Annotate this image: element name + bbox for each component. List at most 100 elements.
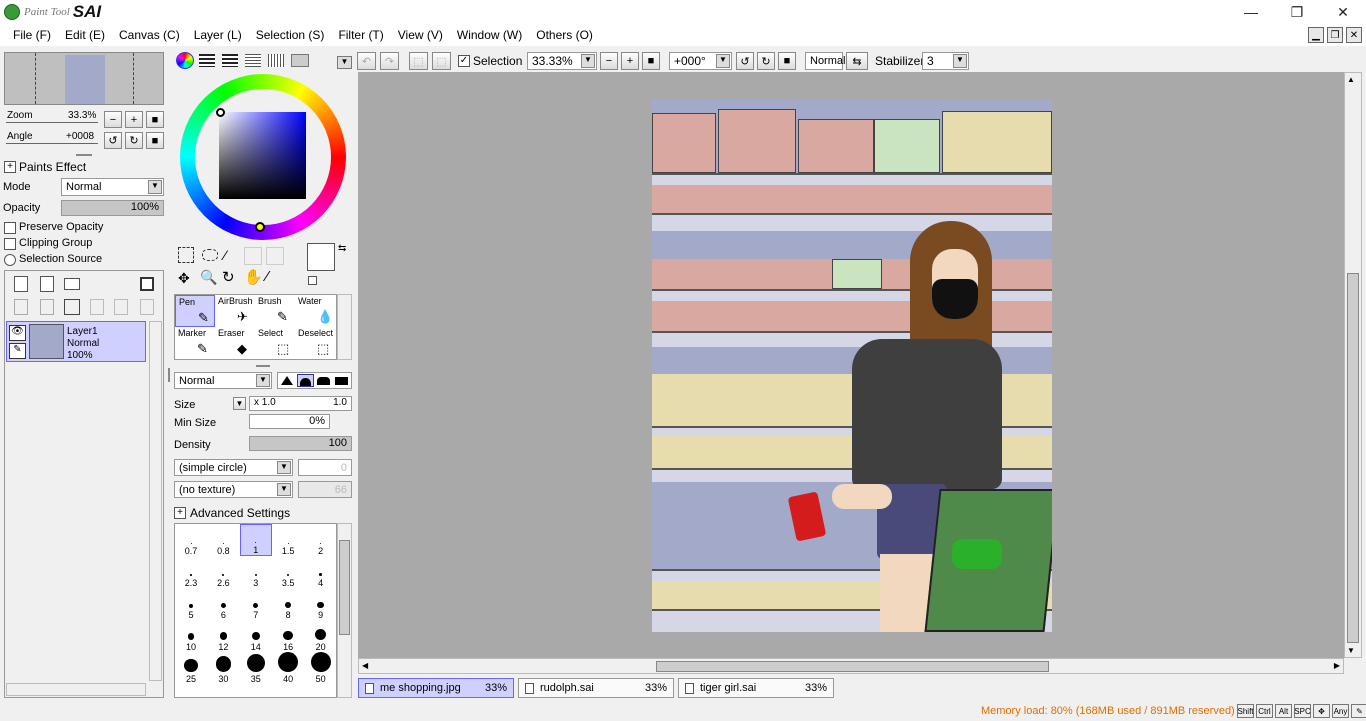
clipping-group-checkbox[interactable] <box>4 238 16 250</box>
lasso-select-icon[interactable] <box>202 249 218 261</box>
tool-deselect[interactable]: Deselect ⬚ <box>295 327 335 359</box>
panel-splitter[interactable] <box>168 368 170 382</box>
brush-size-cell[interactable]: 8 <box>272 588 304 620</box>
shape-strength-field[interactable]: 0 <box>298 459 352 476</box>
flip-horizontal-button[interactable]: ⇆ <box>846 52 868 70</box>
magic-wand-icon[interactable]: ⁄ <box>224 247 226 263</box>
eye-icon[interactable]: 👁 <box>9 325 26 341</box>
edge-soft-icon[interactable] <box>297 374 314 387</box>
navigator-preview[interactable] <box>4 52 164 105</box>
tool-brush[interactable]: Brush ✎ <box>255 295 295 327</box>
layer-row[interactable]: 👁 ✎ Layer1 Normal 100% <box>6 321 146 362</box>
brush-size-cell[interactable]: 5 <box>175 588 207 620</box>
delete-layer-icon[interactable] <box>90 299 104 315</box>
brush-icon[interactable]: ✎ <box>9 343 26 359</box>
rotate-left-button[interactable]: ↺ <box>736 52 754 70</box>
mdi-close-button[interactable]: ✕ <box>1346 27 1362 43</box>
document-tab[interactable]: tiger girl.sai 33% <box>678 678 834 698</box>
brush-size-cell[interactable]: 3.5 <box>272 556 304 588</box>
new-linework-layer-icon[interactable] <box>40 276 54 292</box>
scratchpad-tab-icon[interactable] <box>291 54 309 67</box>
expand-icon[interactable]: + <box>174 507 186 519</box>
brush-size-cell[interactable]: 50 <box>305 652 336 684</box>
brush-shape-select[interactable]: (simple circle) ▼ <box>174 459 293 476</box>
brush-size-cell[interactable]: 0.7 <box>175 524 207 556</box>
rgb-slider-tab-icon[interactable] <box>199 54 215 67</box>
layer-mask-icon[interactable] <box>140 277 154 291</box>
document-tab[interactable]: rudolph.sai 33% <box>518 678 674 698</box>
zoom-in-button[interactable]: + <box>621 52 639 70</box>
brush-size-cell[interactable]: 25 <box>175 652 207 684</box>
menu-item[interactable]: Window (W) <box>450 28 529 42</box>
hsv-slider-tab-icon[interactable] <box>222 54 238 67</box>
redo-button[interactable]: ↷ <box>380 52 399 70</box>
rotate-right-button[interactable]: ↻ <box>125 132 143 149</box>
brush-size-cell[interactable]: 0.8 <box>207 524 239 556</box>
swatch-tab-icon[interactable] <box>268 54 284 67</box>
menu-item[interactable]: Filter (T) <box>331 28 390 42</box>
hand-icon[interactable]: ✋ <box>244 268 263 286</box>
brush-size-cell[interactable]: 16 <box>272 620 304 652</box>
size-range-dropdown[interactable]: ▼ <box>233 397 246 410</box>
brush-size-cell[interactable]: 2.3 <box>175 556 207 588</box>
brush-size-cell[interactable]: 10 <box>175 620 207 652</box>
rotate-right-button[interactable]: ↻ <box>757 52 775 70</box>
undo-button[interactable]: ↶ <box>357 52 376 70</box>
tool-pen[interactable]: Pen ✎ <box>175 295 215 327</box>
zoom-out-button[interactable]: − <box>600 52 618 70</box>
tool-eraser[interactable]: Eraser ◆ <box>215 327 255 359</box>
close-button[interactable]: ✕ <box>1320 0 1366 24</box>
edge-round-icon[interactable] <box>317 377 330 385</box>
rotate-reset-button[interactable]: ■ <box>146 132 164 149</box>
canvas-hscrollbar[interactable]: ◀ ▶ <box>358 658 1344 674</box>
menu-item[interactable]: Layer (L) <box>187 28 249 42</box>
brush-blend-select[interactable]: Normal ▼ <box>174 372 272 389</box>
brush-size-cell[interactable]: 40 <box>272 652 304 684</box>
menu-item[interactable]: File (F) <box>6 28 58 42</box>
brush-size-cell[interactable]: 1 <box>239 524 272 556</box>
new-folder-icon[interactable] <box>64 278 80 290</box>
color-wheel-tab-icon[interactable] <box>176 52 194 69</box>
color-picker-cursor[interactable] <box>216 108 225 117</box>
density-slider[interactable]: 100 <box>249 436 352 451</box>
view-mode-select[interactable]: Normal <box>805 52 845 70</box>
rotate-left-button[interactable]: ↺ <box>104 132 122 149</box>
palette-tab-icon[interactable] <box>245 54 261 67</box>
menu-item[interactable]: Canvas (C) <box>112 28 187 42</box>
expand-icon[interactable]: + <box>4 161 16 173</box>
brush-size-cell[interactable]: 30 <box>207 652 239 684</box>
hue-cursor[interactable] <box>255 222 265 232</box>
edge-sharp-icon[interactable] <box>281 376 293 385</box>
invert-selection-button[interactable]: ⬚ <box>432 52 451 70</box>
texture-strength-field[interactable]: 66 <box>298 481 352 498</box>
canvas-vscrollbar[interactable]: ▲ ▼ <box>1344 72 1362 658</box>
selection-source-radio[interactable] <box>4 254 16 266</box>
panel-menu-icon[interactable]: ▼ <box>337 56 352 69</box>
zoom-slider[interactable] <box>6 122 98 123</box>
deselect-button[interactable]: ⬚ <box>409 52 428 70</box>
opacity-slider[interactable]: 100% <box>61 200 164 216</box>
edge-flat-icon[interactable] <box>335 377 348 385</box>
brush-size-cell[interactable]: 9 <box>305 588 336 620</box>
zoom-select[interactable]: 33.33% ▼ <box>527 52 597 70</box>
brush-size-cell[interactable]: 6 <box>207 588 239 620</box>
transfer-down-icon[interactable] <box>14 299 28 315</box>
brush-size-cell[interactable]: 4 <box>305 556 336 588</box>
brush-size-scrollbar[interactable] <box>337 523 352 698</box>
brush-size-cell[interactable]: 12 <box>207 620 239 652</box>
merge-down-icon[interactable] <box>40 299 54 315</box>
zoom-reset-button[interactable]: ■ <box>642 52 660 70</box>
menu-item[interactable]: Selection (S) <box>249 28 332 42</box>
mdi-restore-button[interactable]: ❐ <box>1327 27 1343 43</box>
brush-size-cell[interactable]: 20 <box>305 620 336 652</box>
rotation-select[interactable]: +000° ▼ <box>669 52 732 70</box>
artwork-canvas[interactable] <box>652 99 1052 632</box>
rotate-icon[interactable]: ↻ <box>222 268 235 286</box>
brush-size-cell[interactable]: 3 <box>240 556 272 588</box>
clear-layer-icon[interactable] <box>64 299 80 315</box>
tool-airbrush[interactable]: AirBrush ✈ <box>215 295 255 327</box>
brush-size-cell[interactable]: 7 <box>240 588 272 620</box>
reset-colors-icon[interactable] <box>308 276 317 285</box>
brush-texture-select[interactable]: (no texture) ▼ <box>174 481 293 498</box>
move-icon[interactable]: ✥ <box>178 270 190 287</box>
